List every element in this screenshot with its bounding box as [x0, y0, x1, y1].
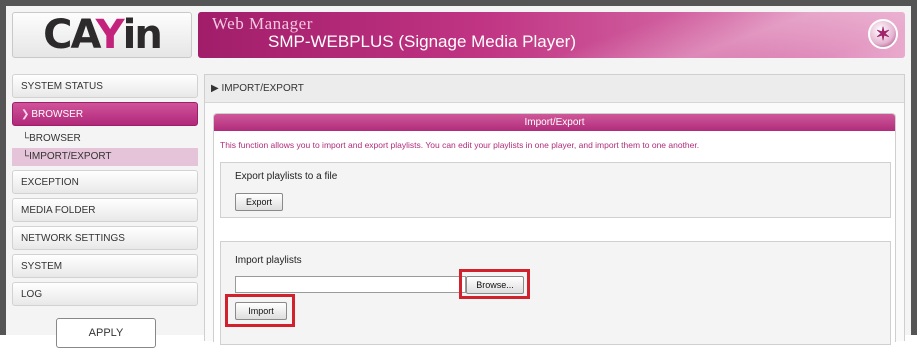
sidebar-item-browser[interactable]: ❯ BROWSER [12, 102, 198, 126]
sidebar: SYSTEM STATUS ❯ BROWSER └BROWSER └IMPORT/… [12, 74, 198, 310]
panel-description: This function allows you to import and e… [220, 140, 700, 150]
import-export-panel: Import/Export This function allows you t… [213, 113, 896, 345]
main-content: ▶ IMPORT/EXPORT Import/Export This funct… [204, 74, 905, 345]
sidebar-item-log[interactable]: LOG [12, 282, 198, 306]
sidebar-item-exception[interactable]: EXCEPTION [12, 170, 198, 194]
export-button[interactable]: Export [235, 193, 283, 211]
export-label: Export playlists to a file [235, 171, 338, 182]
sidebar-item-label: MEDIA FOLDER [21, 205, 96, 216]
export-section: Export playlists to a file Export [220, 162, 891, 218]
logo-text: CAYin [43, 12, 163, 58]
logo[interactable]: CAYin [12, 12, 192, 58]
browser-submenu: └BROWSER └IMPORT/EXPORT [12, 130, 198, 166]
title-banner: Web Manager SMP-WEBPLUS (Signage Media P… [198, 12, 905, 58]
import-highlight-box [225, 294, 295, 327]
sidebar-item-label: BROWSER [31, 109, 84, 120]
sidebar-item-label: NETWORK SETTINGS [21, 233, 125, 244]
sidebar-item-label: LOG [21, 289, 43, 300]
sidebar-item-network-settings[interactable]: NETWORK SETTINGS [12, 226, 198, 250]
app-window: CAYin Web Manager SMP-WEBPLUS (Signage M… [0, 0, 917, 348]
submenu-item-browser[interactable]: └BROWSER [12, 130, 198, 148]
header: CAYin Web Manager SMP-WEBPLUS (Signage M… [6, 6, 911, 64]
panel-title: Import/Export [214, 114, 895, 131]
sidebar-item-label: EXCEPTION [21, 177, 79, 188]
apply-button[interactable]: APPLY [56, 318, 156, 348]
breadcrumb: ▶ IMPORT/EXPORT [205, 75, 904, 103]
triangle-right-icon: ▶ [211, 83, 219, 94]
import-label: Import playlists [235, 255, 302, 266]
arrow-bullet-icon: ❯ [21, 109, 30, 120]
sidebar-item-media-folder[interactable]: MEDIA FOLDER [12, 198, 198, 222]
sidebar-item-label: SYSTEM [21, 261, 63, 272]
breadcrumb-label: IMPORT/EXPORT [221, 83, 304, 94]
import-section: Import playlists Browse... Import [220, 241, 891, 345]
device-title: SMP-WEBPLUS (Signage Media Player) [268, 32, 577, 51]
wizard-star-icon[interactable]: ✶ [868, 19, 898, 49]
sidebar-item-label: SYSTEM STATUS [21, 81, 103, 92]
app-subtitle: Web Manager [212, 14, 313, 33]
submenu-item-import-export[interactable]: └IMPORT/EXPORT [12, 148, 198, 166]
import-file-input[interactable] [235, 276, 466, 293]
browse-highlight-box [459, 269, 530, 299]
sidebar-item-system-status[interactable]: SYSTEM STATUS [12, 74, 198, 98]
sidebar-item-system[interactable]: SYSTEM [12, 254, 198, 278]
